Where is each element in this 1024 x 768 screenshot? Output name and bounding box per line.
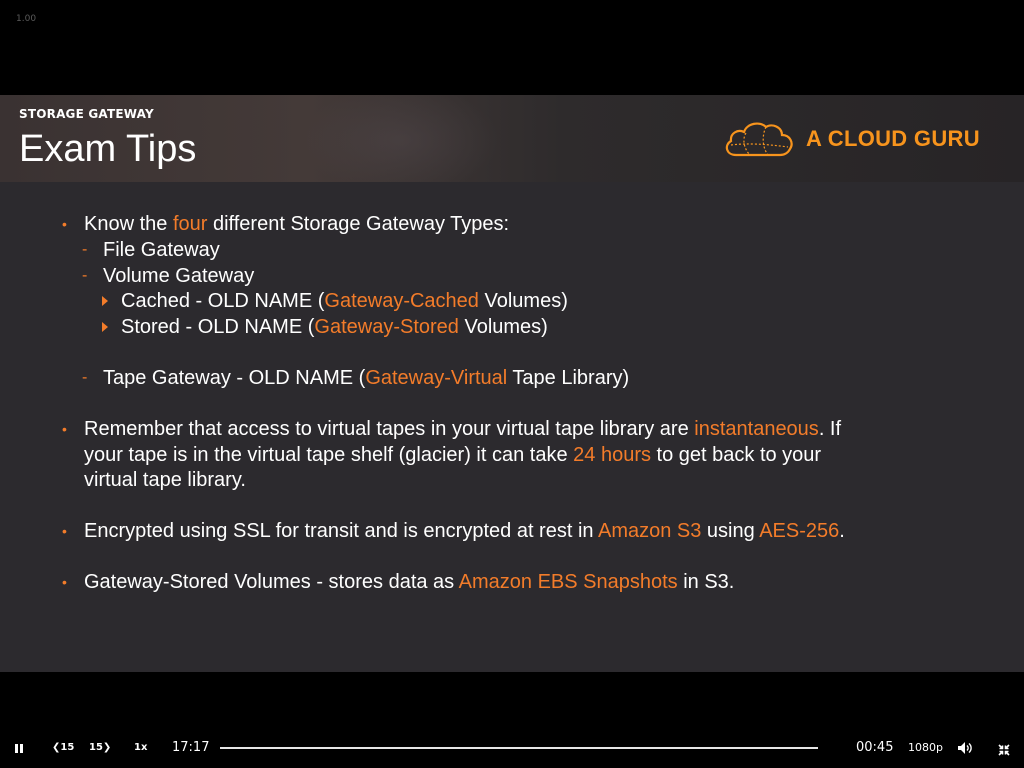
playback-speed-indicator: 1.00: [16, 14, 37, 24]
text: Stored - OLD NAME (: [121, 316, 315, 338]
text: your tape is in the virtual tape shelf (…: [84, 444, 574, 466]
slide-header: STORAGE GATEWAY Exam Tips A CLOUD GURU: [0, 95, 1024, 182]
sub-sub-bullet-line: Stored - OLD NAME (Gateway-Stored Volume…: [121, 314, 548, 340]
text: File Gateway: [103, 239, 220, 261]
pause-button[interactable]: [15, 744, 25, 754]
text: Cached - OLD NAME (: [121, 290, 325, 312]
highlight-text: Gateway-Virtual: [365, 367, 508, 389]
cloud-logo-icon: [725, 122, 793, 157]
bullet-triangle: [102, 322, 108, 332]
highlight-text: four: [172, 213, 208, 235]
text: Know the: [84, 213, 173, 235]
player-controls: ❮15 15❯ 1x 17:17 00:45 1080p: [0, 704, 1024, 768]
quality-button[interactable]: 1080p: [908, 741, 943, 754]
highlight-text: Amazon EBS Snapshots: [458, 571, 678, 593]
bullet-dot: •: [62, 216, 67, 232]
bullet-line-continuation: your tape is in the virtual tape shelf (…: [84, 442, 821, 468]
bullet-dash: -: [82, 369, 88, 386]
text: . If: [818, 418, 842, 440]
bullet-dash: -: [82, 267, 88, 284]
forward-button[interactable]: 15❯: [89, 742, 111, 753]
text: in S3.: [677, 571, 735, 593]
text: .: [839, 520, 845, 542]
video-slide: STORAGE GATEWAY Exam Tips A CLOUD GURU •…: [0, 95, 1024, 672]
volume-button[interactable]: [957, 740, 973, 754]
elapsed-time: 17:17: [172, 740, 210, 755]
text: Gateway-Stored Volumes - stores data as: [84, 571, 459, 593]
presenter-silhouette: [300, 95, 500, 182]
text: Tape Gateway - OLD NAME (: [103, 367, 366, 389]
progress-bar[interactable]: [220, 747, 818, 749]
text: different Storage Gateway Types:: [207, 213, 510, 235]
bullet-dash: -: [82, 241, 88, 258]
highlight-text: AES-256: [759, 520, 840, 542]
text: to get back to your: [650, 444, 822, 466]
text: Remember that access to virtual tapes in…: [84, 418, 695, 440]
text: virtual tape library.: [84, 469, 246, 491]
bullet-dot: •: [62, 421, 67, 437]
bullet-dot: •: [62, 574, 67, 590]
exit-fullscreen-button[interactable]: [998, 741, 1010, 756]
sub-bullet-line: File Gateway: [103, 237, 220, 263]
text: Encrypted using SSL for transit and is e…: [84, 520, 598, 542]
slide-body: • Know the four different Storage Gatewa…: [0, 182, 1024, 672]
highlight-text: 24 hours: [573, 444, 651, 466]
sub-bullet-line: Tape Gateway - OLD NAME (Gateway-Virtual…: [103, 365, 629, 391]
pause-icon-bar: [15, 744, 18, 753]
exit-fullscreen-icon: [998, 744, 1010, 756]
bullet-dot: •: [62, 523, 67, 539]
highlight-text: Gateway-Cached: [324, 290, 479, 312]
bullet-line: Know the four different Storage Gateway …: [84, 211, 509, 237]
volume-icon: [958, 742, 972, 754]
highlight-text: Amazon S3: [597, 520, 702, 542]
text: Tape Library): [507, 367, 630, 389]
text: Volume Gateway: [103, 265, 255, 287]
speed-button[interactable]: 1x: [134, 742, 147, 753]
rewind-label: 15: [60, 742, 75, 753]
rewind-button[interactable]: ❮15: [52, 742, 74, 753]
sub-bullet-line: Volume Gateway: [103, 263, 254, 289]
remaining-time: 00:45: [856, 740, 894, 755]
chevron-right-icon: ❯: [102, 742, 112, 753]
section-label: STORAGE GATEWAY: [19, 107, 154, 121]
text: Volumes): [478, 290, 568, 312]
highlight-text: instantaneous: [694, 418, 819, 440]
logo-text: A CLOUD GURU: [806, 126, 980, 151]
bullet-line: Remember that access to virtual tapes in…: [84, 416, 841, 442]
text: Volumes): [458, 316, 548, 338]
brand-logo: A CLOUD GURU: [722, 117, 980, 161]
bullet-triangle: [102, 296, 108, 306]
forward-label: 15: [89, 742, 103, 753]
slide-title: Exam Tips: [19, 128, 197, 170]
bullet-line: Encrypted using SSL for transit and is e…: [84, 518, 845, 544]
highlight-text: Gateway-Stored: [314, 316, 459, 338]
pause-icon-bar: [20, 744, 23, 753]
bullet-line: Gateway-Stored Volumes - stores data as …: [84, 569, 734, 595]
bullet-line-continuation: virtual tape library.: [84, 467, 246, 493]
text: using: [701, 520, 760, 542]
sub-sub-bullet-line: Cached - OLD NAME (Gateway-Cached Volume…: [121, 288, 568, 314]
